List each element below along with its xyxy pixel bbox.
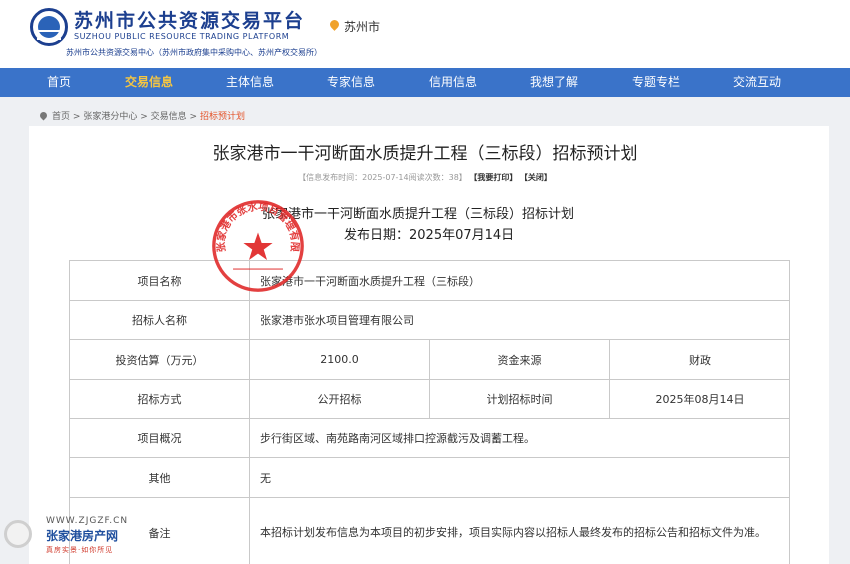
label-planned-time: 计划招标时间 xyxy=(430,380,610,419)
value-planned-time: 2025年08月14日 xyxy=(610,380,789,419)
document-title: 张家港市一干河断面水质提升工程（三标段）招标计划 xyxy=(262,207,575,222)
nav-item-expert-info[interactable]: 专家信息 xyxy=(314,68,388,97)
document-date: 发布日期：2025年07月14日 xyxy=(344,228,515,243)
nav-item-credit-info[interactable]: 信用信息 xyxy=(416,68,490,97)
value-project-name: 张家港市一干河断面水质提升工程（三标段） xyxy=(250,261,789,301)
nav-item-special-topics[interactable]: 专题专栏 xyxy=(619,68,693,97)
map-pin-icon xyxy=(328,18,341,31)
platform-logo-icon[interactable] xyxy=(30,8,68,46)
value-tenderer: 张家港市张水项目管理有限公司 xyxy=(250,301,789,340)
value-other: 无 xyxy=(250,458,789,498)
breadcrumb-trading-info[interactable]: 交易信息 xyxy=(151,112,187,122)
article-meta: 【信息发布时间：2025-07-14阅读次数：38】 【我要打印】 【关闭】 xyxy=(0,172,850,183)
breadcrumb-home[interactable]: 首页 xyxy=(52,112,70,122)
label-investment: 投资估算（万元） xyxy=(70,340,250,380)
site-header: 苏州市公共资源交易平台 SUZHOU PUBLIC RESOURCE TRADI… xyxy=(0,0,850,68)
breadcrumb: 首页 > 张家港分中心 > 交易信息 > 招标预计划 xyxy=(38,109,245,122)
watermark-name: 张家港房产网 xyxy=(46,529,119,543)
print-link[interactable]: 【我要打印】 xyxy=(469,173,517,182)
close-link[interactable]: 【关闭】 xyxy=(520,173,552,182)
nav-item-home[interactable]: 首页 xyxy=(22,68,96,97)
label-tenderer: 招标人名称 xyxy=(70,301,250,340)
location-pin-icon xyxy=(38,110,49,121)
watermark-slogan: 真房实景·如你所见 xyxy=(46,546,114,554)
label-method: 招标方式 xyxy=(70,380,250,419)
watermark-circle-icon xyxy=(4,520,32,548)
publish-info: 【信息发布时间：2025-07-14阅读次数：38】 xyxy=(298,173,467,182)
star-icon xyxy=(243,232,273,261)
site-subtitle: 苏州市公共资源交易中心（苏州市政府集中采购中心、苏州产权交易所） xyxy=(66,48,322,57)
page-title: 张家港市一干河断面水质提升工程（三标段）招标预计划 xyxy=(212,144,638,164)
breadcrumb-separator: > xyxy=(189,112,198,122)
label-funding: 资金来源 xyxy=(430,340,610,380)
location-selector[interactable]: 苏州市 xyxy=(344,18,380,35)
breadcrumb-separator: > xyxy=(140,112,148,122)
value-investment: 2100.0 xyxy=(250,340,430,380)
watermark-url: WWW.ZJGZF.CN xyxy=(46,516,129,526)
breadcrumb-branch[interactable]: 张家港分中心 xyxy=(83,112,137,122)
label-other: 其他 xyxy=(70,458,250,498)
official-seal: 张家港市张水项目管理有限公司 xyxy=(210,198,304,292)
breadcrumb-current[interactable]: 招标预计划 xyxy=(200,112,245,122)
value-overview: 步行街区域、南苑路南河区域排口控源截污及调蓄工程。 xyxy=(250,419,789,458)
nav-item-entity-info[interactable]: 主体信息 xyxy=(213,68,287,97)
nav-item-trading-info[interactable]: 交易信息 xyxy=(112,68,186,97)
value-remarks: 本招标计划发布信息为本项目的初步安排，项目实际内容以招标人最终发布的招标公告和招… xyxy=(250,498,789,564)
nav-item-interaction[interactable]: 交流互动 xyxy=(720,68,794,97)
site-title[interactable]: 苏州市公共资源交易平台 xyxy=(74,6,305,33)
site-title-en: SUZHOU PUBLIC RESOURCE TRADING PLATFORM xyxy=(74,32,290,41)
bid-plan-table: 项目名称 张家港市一干河断面水质提升工程（三标段） 招标人名称 张家港市张水项目… xyxy=(69,260,790,564)
main-nav: 首页 交易信息 主体信息 专家信息 信用信息 我想了解 专题专栏 交流互动 xyxy=(0,68,850,97)
value-method: 公开招标 xyxy=(250,380,430,419)
value-funding: 财政 xyxy=(610,340,789,380)
label-overview: 项目概况 xyxy=(70,419,250,458)
nav-item-learn-more[interactable]: 我想了解 xyxy=(517,68,591,97)
breadcrumb-separator: > xyxy=(72,112,81,122)
